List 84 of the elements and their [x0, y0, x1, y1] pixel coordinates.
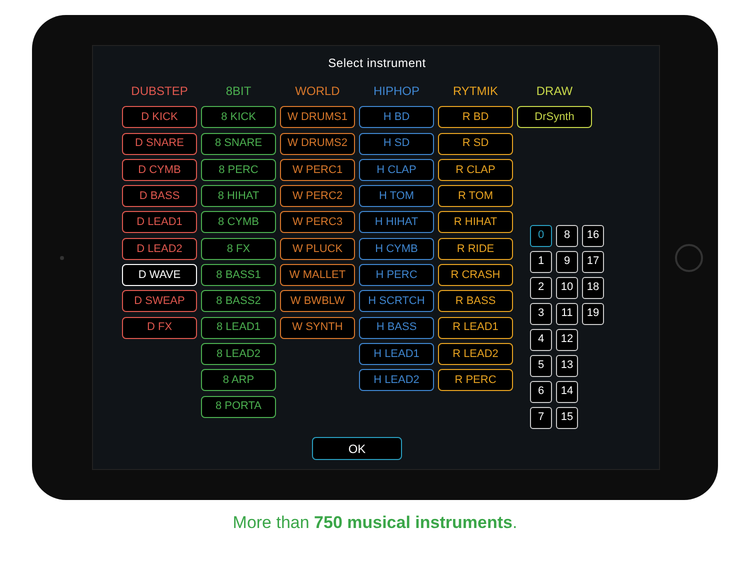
- instrument-button[interactable]: R CRASH: [438, 264, 513, 286]
- slot-button[interactable]: 19: [582, 302, 604, 325]
- instrument-button[interactable]: H HIHAT: [359, 211, 434, 234]
- instrument-button[interactable]: 8 ARP: [201, 369, 276, 392]
- instrument-button[interactable]: H LEAD1: [359, 342, 434, 365]
- slot-button[interactable]: 12: [556, 328, 578, 351]
- instrument-button[interactable]: W PERC3: [280, 211, 355, 234]
- category-label: WORLD: [294, 83, 341, 100]
- instrument-button[interactable]: W PERC1: [280, 158, 355, 181]
- instrument-button[interactable]: R RIDE: [438, 238, 513, 260]
- instrument-button[interactable]: 8 BASS2: [201, 290, 276, 312]
- dialog-title: Select instrument: [327, 55, 427, 72]
- instrument-button[interactable]: 8 HIHAT: [201, 185, 276, 208]
- category-label: DRAW: [535, 83, 574, 100]
- caption: More than 750 musical instruments.: [232, 512, 518, 534]
- instrument-button[interactable]: R PERC: [438, 369, 513, 392]
- instrument-button[interactable]: 8 CYMB: [201, 211, 276, 234]
- instrument-button[interactable]: W BWBLW: [280, 290, 355, 312]
- slot-button[interactable]: 15: [556, 406, 578, 429]
- camera-icon: [60, 256, 64, 260]
- instrument-button[interactable]: D FX: [122, 316, 197, 339]
- instrument-button[interactable]: D BASS: [122, 185, 197, 208]
- instrument-button[interactable]: W PLUCK: [280, 238, 355, 260]
- slot-button[interactable]: 14: [556, 380, 578, 403]
- instrument-button[interactable]: D LEAD2: [122, 238, 197, 260]
- slot-button[interactable]: 8: [556, 224, 578, 247]
- instrument-button[interactable]: R BD: [438, 106, 513, 128]
- category-label: HIPHOP: [372, 83, 420, 100]
- instrument-button[interactable]: D SWEAP: [122, 290, 197, 312]
- instrument-button[interactable]: R CLAP: [438, 158, 513, 181]
- slot-button[interactable]: 1: [530, 250, 552, 273]
- slot-button[interactable]: 16: [582, 224, 604, 247]
- instrument-button[interactable]: 8 SNARE: [201, 132, 276, 155]
- instrument-button[interactable]: R HIHAT: [438, 211, 513, 234]
- instrument-button[interactable]: H LEAD2: [359, 369, 434, 392]
- instrument-button[interactable]: DrSynth: [517, 106, 592, 128]
- instrument-button[interactable]: H CYMB: [359, 238, 434, 260]
- category-label: RYTMIK: [452, 83, 500, 100]
- slot-button[interactable]: 11: [556, 302, 578, 325]
- instrument-button[interactable]: H BD: [359, 106, 434, 128]
- instrument-button[interactable]: 8 PERC: [201, 158, 276, 181]
- instrument-button[interactable]: D KICK: [122, 106, 197, 128]
- instrument-button[interactable]: W PERC2: [280, 185, 355, 208]
- instrument-button[interactable]: D WAVE: [122, 264, 197, 286]
- instrument-button[interactable]: R SD: [438, 132, 513, 155]
- category-label: 8BIT: [224, 83, 252, 100]
- instrument-button[interactable]: 8 LEAD1: [201, 316, 276, 339]
- instrument-button[interactable]: R LEAD1: [438, 316, 513, 339]
- slot-button[interactable]: 13: [556, 354, 578, 377]
- instrument-button[interactable]: 8 KICK: [201, 106, 276, 128]
- instrument-button[interactable]: W MALLET: [280, 264, 355, 286]
- slot-button[interactable]: 18: [582, 276, 604, 299]
- instrument-button[interactable]: W DRUMS2: [280, 132, 355, 155]
- ok-button[interactable]: OK: [312, 437, 402, 460]
- home-button[interactable]: [675, 244, 703, 272]
- instrument-button[interactable]: H PERC: [359, 264, 434, 286]
- instrument-button[interactable]: D SNARE: [122, 132, 197, 155]
- instrument-button[interactable]: D LEAD1: [122, 211, 197, 234]
- slot-button[interactable]: 0: [530, 224, 552, 247]
- instrument-button[interactable]: R TOM: [438, 185, 513, 208]
- instrument-button[interactable]: H TOM: [359, 185, 434, 208]
- slot-button[interactable]: 10: [556, 276, 578, 299]
- instrument-button[interactable]: 8 BASS1: [201, 264, 276, 286]
- instrument-button[interactable]: H SCRTCH: [359, 290, 434, 312]
- category-label: DUBSTEP: [130, 83, 189, 100]
- instrument-button[interactable]: W SYNTH: [280, 316, 355, 339]
- slot-button[interactable]: 4: [530, 328, 552, 351]
- slot-button[interactable]: 5: [530, 354, 552, 377]
- instrument-button[interactable]: 8 LEAD2: [201, 342, 276, 365]
- instrument-button[interactable]: 8 PORTA: [201, 396, 276, 418]
- instrument-button[interactable]: R BASS: [438, 290, 513, 312]
- slot-button[interactable]: 17: [582, 250, 604, 273]
- instrument-button[interactable]: H CLAP: [359, 158, 434, 181]
- instrument-button[interactable]: H BASS: [359, 316, 434, 339]
- slot-button[interactable]: 9: [556, 250, 578, 273]
- slot-button[interactable]: 2: [530, 276, 552, 299]
- slot-button[interactable]: 7: [530, 406, 552, 429]
- instrument-button[interactable]: H SD: [359, 132, 434, 155]
- slot-button[interactable]: 3: [530, 302, 552, 325]
- instrument-button[interactable]: D CYMB: [122, 158, 197, 181]
- instrument-button[interactable]: W DRUMS1: [280, 106, 355, 128]
- instrument-button[interactable]: 8 FX: [201, 238, 276, 260]
- slot-button[interactable]: 6: [530, 380, 552, 403]
- instrument-button[interactable]: R LEAD2: [438, 342, 513, 365]
